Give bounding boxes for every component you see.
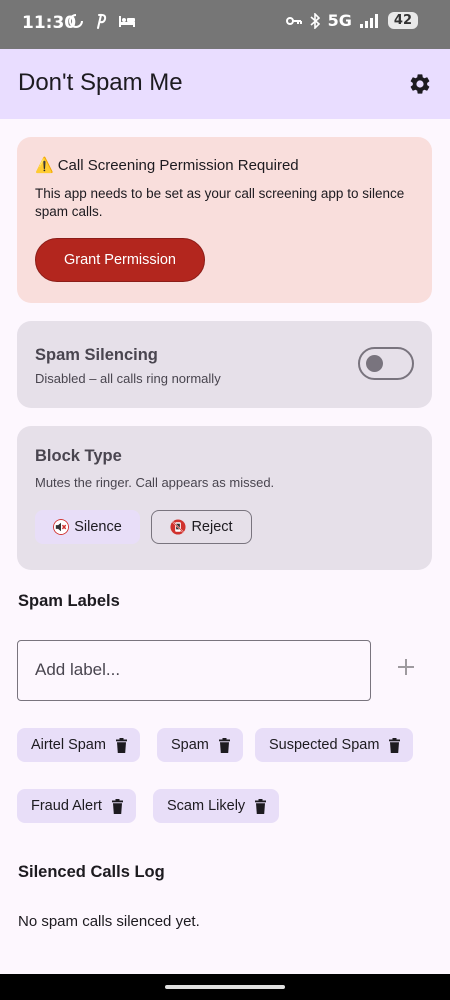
label-chip-fraud-alert: Fraud Alert <box>17 789 136 823</box>
home-gesture-handle[interactable] <box>165 985 285 989</box>
label-chip-spam: Spam <box>157 728 243 762</box>
spam-silencing-card: Spam Silencing Disabled – all calls ring… <box>17 321 432 408</box>
label-chip-text: Scam Likely <box>167 798 246 814</box>
loading-icon <box>69 13 83 28</box>
permission-title-row: ⚠️ Call Screening Permission Required <box>35 156 299 174</box>
permission-card: ⚠️ Call Screening Permission Required Thi… <box>17 137 432 303</box>
reject-option-button[interactable]: Reject <box>151 510 252 544</box>
block-type-title: Block Type <box>35 447 122 465</box>
spam-labels-heading: Spam Labels <box>18 592 120 610</box>
spam-silencing-title: Spam Silencing <box>35 346 158 364</box>
silenced-log-empty-message: No spam calls silenced yet. <box>18 913 200 930</box>
trash-icon[interactable] <box>111 798 124 814</box>
battery-icon: 42 <box>387 12 418 29</box>
app-bar: Don't Spam Me <box>0 49 450 119</box>
page-title: Don't Spam Me <box>18 69 183 96</box>
label-chip-airtel-spam: Airtel Spam <box>17 728 140 762</box>
add-label-field[interactable] <box>17 640 371 701</box>
plus-icon[interactable] <box>393 654 419 680</box>
silence-option-label: Silence <box>74 519 122 535</box>
status-notification-icons <box>68 12 136 29</box>
status-bar: 11:30 5G 42 <box>0 0 450 49</box>
permission-title: Call Screening Permission Required <box>57 157 299 174</box>
label-chip-text: Airtel Spam <box>31 737 106 753</box>
no-phone-icon <box>170 519 186 535</box>
silence-option-button[interactable]: Silence <box>35 510 140 544</box>
network-type: 5G <box>327 11 352 30</box>
label-chip-text: Spam <box>171 737 209 753</box>
toggle-knob <box>366 355 383 372</box>
signal-icon <box>359 13 378 28</box>
label-chip-scam-likely: Scam Likely <box>153 789 280 823</box>
block-type-card: Block Type Mutes the ringer. Call appear… <box>17 426 432 570</box>
pinterest-icon <box>97 13 107 29</box>
trash-icon[interactable] <box>218 737 231 753</box>
add-label-input[interactable] <box>35 660 345 680</box>
label-chip-suspected-spam: Suspected Spam <box>255 728 414 762</box>
trash-icon[interactable] <box>115 737 128 753</box>
muted-speaker-icon <box>53 519 70 535</box>
label-chip-text: Fraud Alert <box>31 798 102 814</box>
reject-option-label: Reject <box>191 519 233 535</box>
bed-icon <box>119 15 135 27</box>
bluetooth-icon <box>310 12 320 29</box>
trash-icon[interactable] <box>254 798 267 814</box>
permission-description: This app needs to be set as your call sc… <box>35 186 405 219</box>
warning-icon: ⚠️ <box>35 157 54 174</box>
spam-silencing-status: Disabled – all calls ring normally <box>35 371 221 386</box>
status-system-icons: 5G 42 <box>285 11 418 30</box>
gear-icon[interactable] <box>408 72 432 96</box>
trash-icon[interactable] <box>388 737 401 753</box>
navigation-bar <box>0 974 450 1000</box>
label-chip-text: Suspected Spam <box>269 737 380 753</box>
silenced-log-heading: Silenced Calls Log <box>18 863 165 881</box>
spam-silencing-toggle[interactable] <box>358 347 414 380</box>
grant-permission-button[interactable]: Grant Permission <box>35 238 205 282</box>
block-type-description: Mutes the ringer. Call appears as missed… <box>35 475 275 490</box>
key-icon <box>285 16 302 25</box>
